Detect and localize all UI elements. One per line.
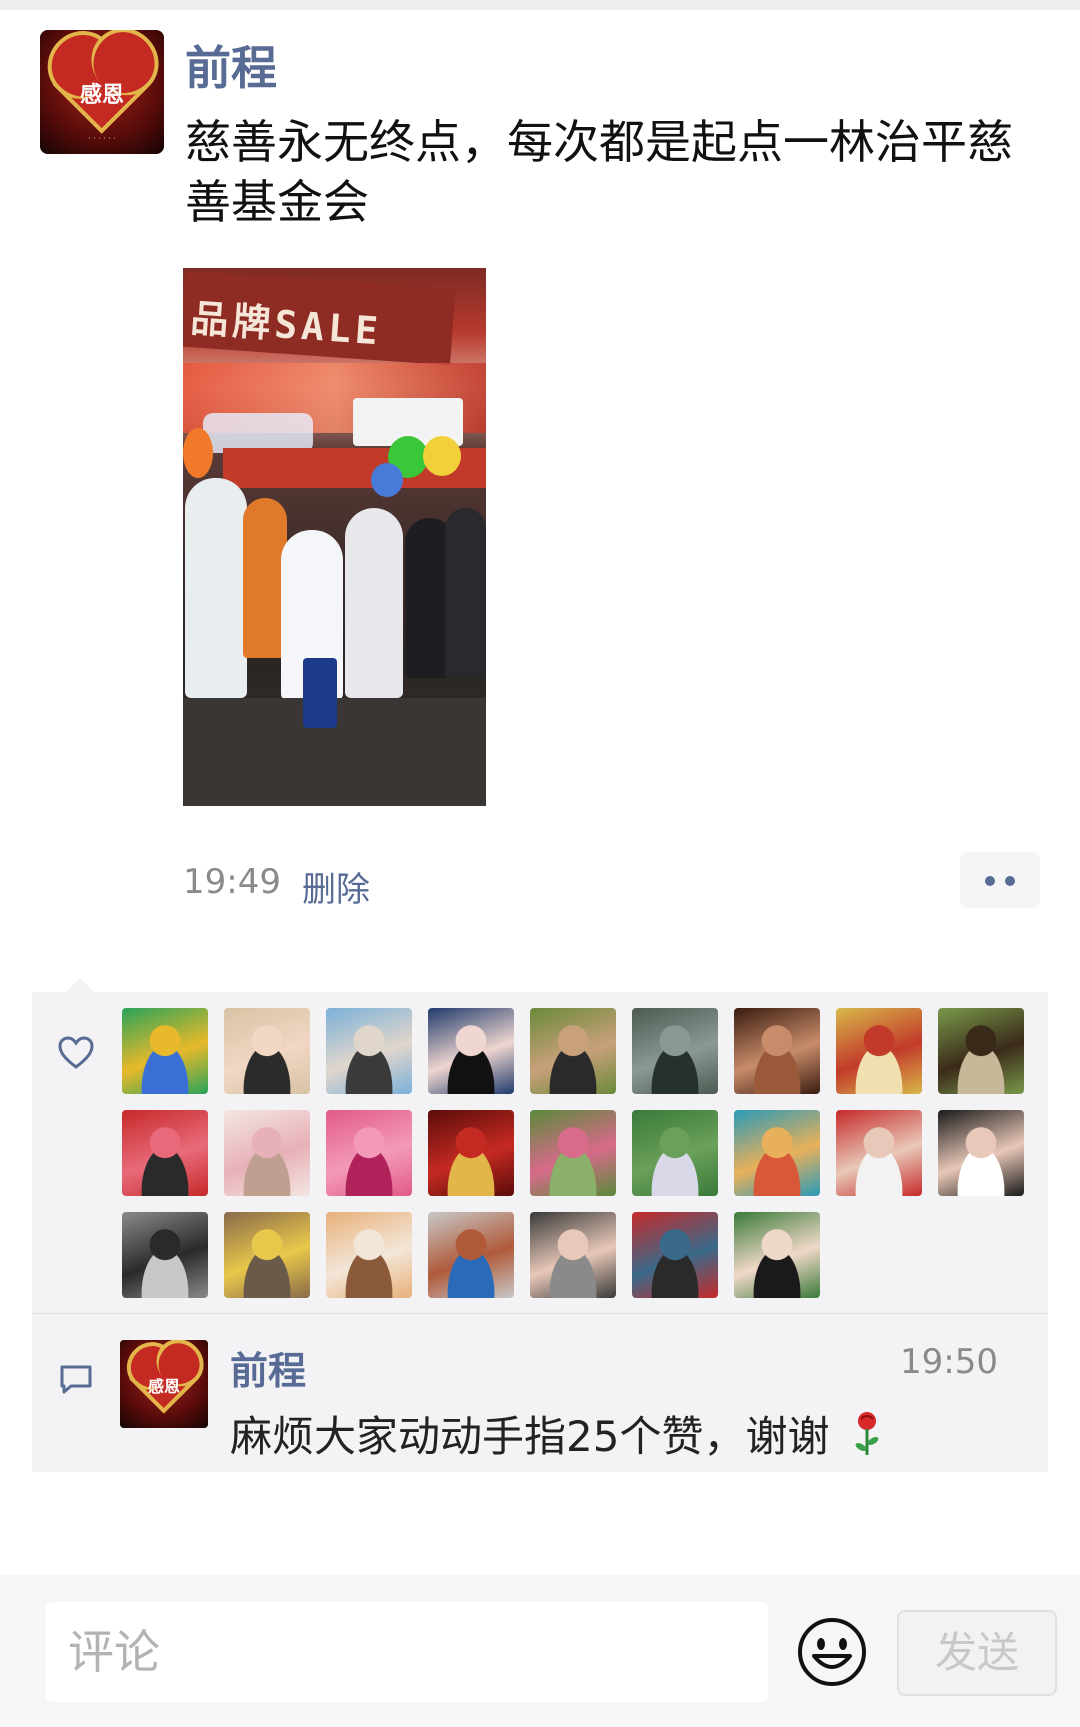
comment-author-avatar[interactable]: 感恩 xyxy=(120,1340,208,1428)
liker-avatar-boy-red[interactable] xyxy=(122,1110,208,1196)
liker-avatar-red-flowers[interactable] xyxy=(632,1212,718,1298)
liker-avatar-woman-hat[interactable] xyxy=(224,1008,310,1094)
liker-avatar-heart-badge[interactable] xyxy=(428,1110,514,1196)
comment-author-name[interactable]: 前程 xyxy=(230,1340,306,1395)
avatar-badge-text: 感恩 xyxy=(79,83,124,109)
more-dots-icon xyxy=(985,876,995,886)
liker-avatar-woman-sunglasses[interactable] xyxy=(326,1008,412,1094)
liker-avatar-shiba-dog[interactable] xyxy=(326,1212,412,1298)
liker-avatar-woman-closeup[interactable] xyxy=(938,1110,1024,1196)
post-author-name[interactable]: 前程 xyxy=(185,32,277,98)
smiley-icon[interactable] xyxy=(796,1616,868,1688)
comment-text: 麻烦大家动动手指25个赞，谢谢 xyxy=(230,1412,830,1461)
avatar-badge-text: 感恩 xyxy=(147,1377,180,1397)
liker-avatar-woman-garden[interactable] xyxy=(632,1110,718,1196)
likes-avatar-grid xyxy=(122,1008,1032,1298)
liker-avatar-woman-portrait[interactable] xyxy=(428,1008,514,1094)
liker-avatar-puppies[interactable] xyxy=(836,1008,922,1094)
heart-outline-icon xyxy=(58,1036,94,1069)
liker-avatar-silhouettes[interactable] xyxy=(122,1212,208,1298)
liker-avatar-family-children[interactable] xyxy=(836,1110,922,1196)
panel-pointer xyxy=(66,978,94,992)
post-text: 慈善永无终点，每次都是起点一林治平慈善基金会 xyxy=(185,115,1013,229)
rose-icon xyxy=(855,1412,879,1455)
liker-avatar-woman-cap[interactable] xyxy=(734,1212,820,1298)
liker-avatar-mountains[interactable] xyxy=(632,1008,718,1094)
delete-link[interactable]: 删除 xyxy=(302,862,370,911)
heart-badge-image: 感恩 · · · · · · xyxy=(40,30,164,154)
liker-avatar-peacock[interactable] xyxy=(122,1008,208,1094)
liker-avatar-woman-dark[interactable] xyxy=(530,1212,616,1298)
heart-badge-image: 感恩 xyxy=(120,1340,208,1428)
post-author-avatar[interactable]: 感恩 · · · · · · xyxy=(40,30,164,154)
liker-avatar-child-grass[interactable] xyxy=(938,1008,1024,1094)
send-button[interactable]: 发送 xyxy=(897,1610,1057,1696)
liker-avatar-flower-field[interactable] xyxy=(530,1110,616,1196)
liker-avatar-baby-frame[interactable] xyxy=(224,1110,310,1196)
liker-avatar-coastal-town[interactable] xyxy=(734,1110,820,1196)
post-photo[interactable]: 品牌SALE xyxy=(183,268,486,806)
liker-avatar-elderly-man[interactable] xyxy=(734,1008,820,1094)
comment-bubble-icon xyxy=(60,1365,92,1394)
comment-body[interactable]: 麻烦大家动动手指25个赞，谢谢 xyxy=(230,1403,881,1464)
status-strip xyxy=(0,0,1080,10)
liker-avatar-track-child[interactable] xyxy=(428,1212,514,1298)
more-actions-button[interactable] xyxy=(960,852,1040,908)
photo-banner-text: 品牌SALE xyxy=(183,270,456,366)
liker-avatar-man-outdoor[interactable] xyxy=(530,1008,616,1094)
comment-timestamp: 19:50 xyxy=(900,1342,998,1382)
panel-divider xyxy=(32,1313,1048,1314)
liker-avatar-statue-child[interactable] xyxy=(224,1212,310,1298)
comment-input[interactable] xyxy=(46,1602,768,1702)
liker-avatar-pink-rose[interactable] xyxy=(326,1110,412,1196)
post-timestamp: 19:49 xyxy=(183,862,281,902)
